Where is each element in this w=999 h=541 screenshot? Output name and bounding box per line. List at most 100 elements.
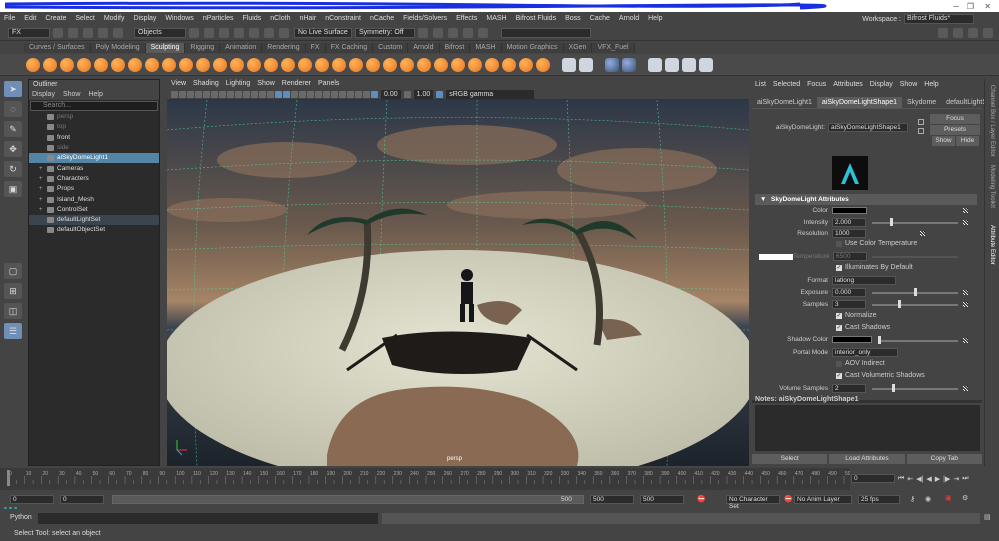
key-icon[interactable]: ⚷	[910, 495, 915, 503]
outliner-menu-display[interactable]: Display	[32, 90, 55, 100]
animation-end-field[interactable]: 500	[640, 495, 684, 504]
anti-alias-icon[interactable]	[323, 90, 330, 98]
ae-tab[interactable]: aiSkyDomeLightShape1	[816, 97, 902, 108]
snap-curve-icon[interactable]	[249, 28, 259, 38]
viewport-menu-lighting[interactable]: Lighting	[226, 79, 251, 89]
ipr-render-icon[interactable]	[433, 28, 443, 38]
outliner-item[interactable]: aiSkyDomeLight1	[29, 153, 159, 164]
normalize-checkbox[interactable]: ✓	[836, 312, 842, 319]
layout-3-icon[interactable]	[968, 28, 978, 38]
lasso-tool-icon[interactable]: ◌	[4, 101, 22, 117]
depth-of-field-icon[interactable]	[331, 90, 338, 98]
exposure-field[interactable]: 0.00	[381, 89, 401, 99]
anim-prefs-icon[interactable]: ⚙	[962, 494, 968, 502]
motion-blur-icon[interactable]	[315, 90, 322, 98]
menu-ncloth[interactable]: nCloth	[270, 15, 290, 22]
skydome-section-header[interactable]: ▼ SkyDomeLight Attributes	[755, 194, 977, 205]
shelf-tab-motion-graphics[interactable]: Motion Graphics	[501, 43, 564, 53]
two-pane-layout-icon[interactable]: ◫	[4, 303, 22, 319]
shelf-tab-custom[interactable]: Custom	[373, 43, 409, 53]
illuminates-checkbox[interactable]: ✓	[836, 264, 842, 271]
ae-menu-attributes[interactable]: Attributes	[833, 79, 863, 90]
script-editor-icon[interactable]: ▤	[984, 513, 991, 521]
sculpt-settings-icon[interactable]	[562, 57, 576, 72]
command-search-field[interactable]	[501, 28, 591, 38]
intensity-field[interactable]: 2.000	[832, 218, 866, 227]
shelf-tab-rigging[interactable]: Rigging	[185, 43, 221, 53]
texture-deformer-icon[interactable]	[699, 57, 713, 72]
menu-help[interactable]: Help	[648, 15, 662, 22]
ambient-occlusion-icon[interactable]	[307, 90, 314, 98]
go-to-start-icon[interactable]: ⏮	[898, 475, 904, 483]
field-chart-icon[interactable]	[243, 90, 250, 98]
freeze-tool-icon[interactable]	[315, 57, 329, 72]
textured-icon[interactable]	[283, 90, 290, 98]
volume-samples-slider[interactable]	[872, 388, 958, 390]
foamy-tool-icon[interactable]	[128, 57, 142, 72]
step-forward-key-icon[interactable]: ⇥	[953, 475, 959, 483]
flatten-tool-icon[interactable]	[111, 57, 125, 72]
auto-key-icon[interactable]: ◉	[925, 495, 931, 503]
shelf-tab-bifrost[interactable]: Bifrost	[439, 43, 471, 53]
viewport-menu-panels[interactable]: Panels	[318, 79, 339, 89]
show-button[interactable]: Show	[932, 136, 955, 146]
shelf-tab-mash[interactable]: MASH	[470, 43, 502, 53]
outliner-menu-show[interactable]: Show	[63, 90, 81, 100]
resolution-field[interactable]: 1000	[832, 229, 866, 238]
stamp-tool-icon[interactable]	[417, 57, 431, 72]
menu-display[interactable]: Display	[133, 15, 156, 22]
shadow-color-slider[interactable]	[878, 340, 958, 342]
blend-tool-icon[interactable]	[383, 57, 397, 72]
gate-mask-icon[interactable]	[235, 90, 242, 98]
no-character-icon[interactable]: ⛔	[697, 495, 706, 503]
image-plane-icon[interactable]	[187, 90, 194, 98]
grease-pencil-icon[interactable]	[203, 90, 210, 98]
hide-button[interactable]: Hide	[956, 136, 979, 146]
xray-joints-icon[interactable]	[355, 90, 362, 98]
animation-start-field[interactable]: 0	[10, 495, 54, 504]
shelf-tab-xgen[interactable]: XGen	[563, 43, 593, 53]
shelf-tab-arnold[interactable]: Arnold	[408, 43, 440, 53]
exposure-map-icon[interactable]	[963, 290, 968, 295]
volume-samples-slider-handle[interactable]	[892, 384, 895, 392]
smear-tool-icon[interactable]	[264, 57, 278, 72]
smooth-shade-icon[interactable]	[275, 90, 282, 98]
character-set-dropdown[interactable]: No Character Set	[726, 495, 780, 510]
camera-bookmark-icon[interactable]	[179, 90, 186, 98]
resolution-map-icon[interactable]	[920, 231, 925, 236]
close-icon[interactable]: ✕	[984, 2, 991, 11]
uv-editor-icon[interactable]	[605, 57, 619, 72]
shelf-tab-rendering[interactable]: Rendering	[262, 43, 306, 53]
sculpt-layers-icon[interactable]	[622, 57, 636, 72]
stamp-editor-icon[interactable]	[579, 57, 593, 72]
cast-volumetric-checkbox[interactable]: ✓	[836, 372, 842, 379]
knife-tool-icon[interactable]	[247, 57, 261, 72]
menu-arnold[interactable]: Arnold	[619, 15, 639, 22]
gamma-field[interactable]: 1.00	[413, 89, 434, 99]
shelf-tab-fx[interactable]: FX	[305, 43, 326, 53]
menu-mash[interactable]: MASH	[486, 15, 506, 22]
color-map-icon[interactable]	[963, 208, 968, 213]
layout-4-icon[interactable]	[983, 28, 993, 38]
presets-button[interactable]: Presets	[930, 125, 980, 135]
sculpt-tool-icon[interactable]	[26, 57, 40, 72]
channel-box-tab[interactable]: Channel Box / Layer Editor	[989, 85, 995, 157]
minimize-icon[interactable]: ─	[953, 2, 959, 11]
command-language-label[interactable]: Python	[10, 514, 32, 521]
scale-tool-icon[interactable]: ▣	[4, 181, 22, 197]
outliner-item[interactable]: defaultObjectSet	[29, 225, 159, 235]
samples-map-icon[interactable]	[963, 302, 968, 307]
shelf-tab-fx-caching[interactable]: FX Caching	[325, 43, 374, 53]
volume-samples-map-icon[interactable]	[963, 386, 968, 391]
arnold-renderview-icon[interactable]	[478, 28, 488, 38]
play-backwards-icon[interactable]: ◀	[926, 475, 931, 483]
erase-tool-icon[interactable]	[332, 57, 346, 72]
ae-menu-selected[interactable]: Selected	[773, 79, 800, 90]
ae-menu-focus[interactable]: Focus	[807, 79, 826, 90]
outliner-item[interactable]: + Island_Mesh	[29, 194, 159, 204]
mask-tool-icon[interactable]	[349, 57, 363, 72]
twist-tool-icon[interactable]	[485, 57, 499, 72]
current-frame-field[interactable]: 0	[851, 474, 895, 483]
exposure-icon[interactable]	[371, 90, 378, 98]
portal-mode-dropdown[interactable]: interior_only	[832, 348, 898, 357]
